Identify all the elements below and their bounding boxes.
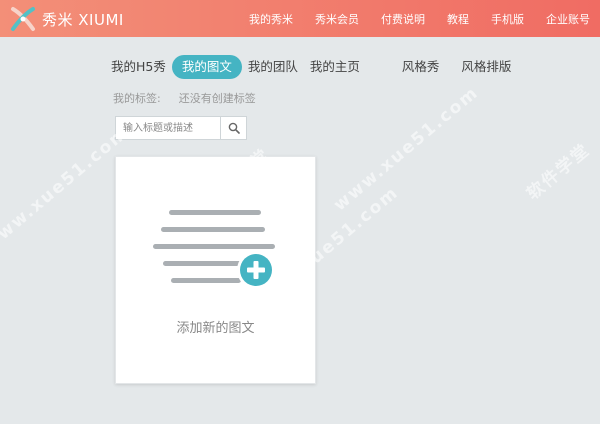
nav-mobile[interactable]: 手机版 xyxy=(491,11,524,27)
search-icon xyxy=(228,122,240,134)
nav-enterprise[interactable]: 企业账号 xyxy=(546,11,590,27)
search-box xyxy=(115,116,247,140)
watermark-text: 软件学堂 xyxy=(523,139,595,205)
watermark-text: www.xue51.com xyxy=(0,122,133,256)
logo[interactable]: 秀米 XIUMI xyxy=(10,6,124,32)
top-navbar: 秀米 XIUMI 我的秀米 秀米会员 付费说明 教程 手机版 企业账号 xyxy=(0,0,600,37)
nav-membership[interactable]: 秀米会员 xyxy=(315,11,359,27)
tab-style-show[interactable]: 风格秀 xyxy=(396,55,446,79)
tags-empty-text: 还没有创建标签 xyxy=(178,92,256,105)
new-article-icon xyxy=(153,210,275,289)
tags-label: 我的标签: xyxy=(113,92,161,105)
nav-pricing[interactable]: 付费说明 xyxy=(381,11,425,27)
tab-my-articles[interactable]: 我的图文 xyxy=(171,55,242,79)
watermark-text: www.xue51.com xyxy=(330,82,483,216)
tab-my-h5[interactable]: 我的H5秀 xyxy=(105,55,172,79)
logo-text: 秀米 XIUMI xyxy=(42,10,124,29)
search-button[interactable] xyxy=(220,117,246,139)
top-nav: 我的秀米 秀米会员 付费说明 教程 手机版 企业账号 xyxy=(227,0,590,37)
tab-style-layout[interactable]: 风格排版 xyxy=(455,55,517,79)
nav-tutorial[interactable]: 教程 xyxy=(447,11,469,27)
content-tabs: 我的H5秀 我的图文 我的团队 我的主页 风格秀 风格排版 xyxy=(105,54,517,80)
add-article-label: 添加新的图文 xyxy=(176,321,255,336)
tab-my-homepage[interactable]: 我的主页 xyxy=(304,55,366,79)
tab-my-team[interactable]: 我的团队 xyxy=(242,55,304,79)
nav-my-xiumi[interactable]: 我的秀米 xyxy=(249,11,293,27)
tags-row: 我的标签: 还没有创建标签 xyxy=(113,90,256,106)
xiumi-logo-icon xyxy=(11,7,35,31)
